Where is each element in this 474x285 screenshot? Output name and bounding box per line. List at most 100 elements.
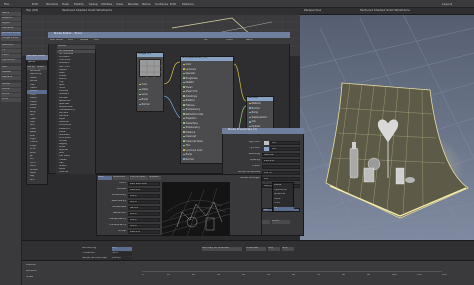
port-connector-icon[interactable]: [183, 117, 185, 120]
principled-port[interactable]: Specular: [183, 72, 195, 75]
port-connector-icon[interactable]: [249, 116, 251, 119]
principled-port[interactable]: Anisotropy: [183, 95, 197, 98]
mapping-option[interactable]: Cylindrical: [274, 189, 294, 193]
port-connector-icon[interactable]: [183, 126, 185, 129]
mapping-option[interactable]: Cubic: [274, 198, 294, 202]
port-connector-icon[interactable]: [183, 158, 185, 160]
port-connector-icon[interactable]: [183, 149, 185, 151]
fg-color-swatch[interactable]: [264, 147, 269, 151]
principled-port[interactable]: Flatness: [183, 104, 195, 107]
port-connector-icon[interactable]: [249, 111, 251, 114]
surface-prop-field[interactable]: 0.0%: [128, 200, 160, 204]
port-connector-icon[interactable]: [183, 95, 185, 97]
time-slider-track[interactable]: [142, 271, 442, 272]
port-connector-icon[interactable]: [183, 77, 185, 79]
port-connector-icon[interactable]: [183, 122, 185, 124]
port-connector-icon[interactable]: [183, 99, 185, 102]
principled-port[interactable]: Sheen Tint: [183, 90, 197, 93]
surface-prop-field[interactable]: 0.0%: [128, 224, 160, 228]
tab-shaders[interactable]: Shaders: [149, 176, 161, 180]
surface-prop-field[interactable]: 200 200 200: [128, 182, 160, 186]
image-port-luma[interactable]: Luma: [139, 93, 148, 96]
bg-color-swatch[interactable]: [264, 141, 269, 145]
node-list-item[interactable]: Volume: [57, 171, 95, 174]
surface-port[interactable]: Bump: [249, 111, 258, 114]
threshold-field[interactable]: 30.0: [112, 252, 132, 256]
port-connector-icon[interactable]: [183, 131, 185, 133]
principled-port[interactable]: Roughness: [183, 77, 198, 80]
port-connector-icon[interactable]: [183, 140, 185, 142]
port-connector-icon[interactable]: [183, 113, 185, 115]
surface-prop-field[interactable]: 100.0%: [128, 188, 160, 192]
position-label[interactable]: Position: [26, 264, 36, 267]
surface-prop-field[interactable]: 0.0%: [128, 218, 160, 222]
principled-port[interactable]: Luminous: [183, 68, 196, 71]
node-prop-field[interactable]: 1.0: [262, 177, 300, 181]
scale-label[interactable]: Scale: [26, 276, 33, 279]
surface-port[interactable]: Displacement: [249, 116, 267, 119]
surface-list-item[interactable]: Rim: [27, 179, 47, 182]
principled-port[interactable]: Subsurface: [183, 122, 198, 125]
principled-port[interactable]: Rotation: [183, 99, 195, 102]
principled-port[interactable]: Translucency: [183, 126, 200, 129]
port-connector-icon[interactable]: [183, 153, 185, 156]
surface-port[interactable]: Normal: [249, 107, 260, 110]
port-connector-icon[interactable]: [249, 121, 251, 123]
principled-port[interactable]: Transparency: [183, 108, 200, 111]
port-connector-icon[interactable]: [183, 72, 185, 75]
port-connector-icon[interactable]: [249, 102, 251, 105]
rotation-label[interactable]: Rotation: [26, 270, 37, 273]
auto-key-button[interactable]: Auto Key: All Channels: [202, 247, 242, 251]
tab-basic[interactable]: Basic: [98, 176, 112, 180]
node-prop-field[interactable]: 0.0: [270, 147, 300, 151]
surface-prop-field[interactable]: 0.0%: [128, 194, 160, 198]
mapping-option[interactable]: UV: [274, 207, 294, 211]
principled-port[interactable]: Luminous Color: [183, 149, 203, 152]
surface-port[interactable]: Clip: [249, 120, 256, 123]
play-button[interactable]: Play: [268, 247, 280, 251]
node-prop-field[interactable]: [262, 165, 300, 169]
image-port-bump[interactable]: Bump: [139, 98, 148, 101]
principled-port[interactable]: Projection: [183, 117, 196, 120]
port-connector-icon[interactable]: [183, 104, 185, 106]
port-connector-icon[interactable]: [183, 63, 185, 66]
port-connector-icon[interactable]: [183, 86, 185, 88]
port-connector-icon[interactable]: [183, 68, 185, 70]
principled-port[interactable]: Normal: [183, 158, 194, 161]
mapping-option[interactable]: Planar: [274, 184, 294, 188]
node-prop-field[interactable]: 0.0 m: [262, 171, 300, 175]
principled-port[interactable]: Metallic: [183, 81, 194, 84]
surface-port[interactable]: Material: [249, 102, 260, 105]
principled-port[interactable]: Sheen: [183, 86, 192, 89]
mapping-option[interactable]: Front: [274, 202, 294, 206]
image-port-alpha[interactable]: Alpha: [139, 88, 148, 91]
principled-port[interactable]: Bump: [183, 153, 192, 156]
principled-port[interactable]: Distance: [183, 131, 195, 134]
smoothing-toggle[interactable]: On: [112, 247, 132, 251]
port-connector-icon[interactable]: [183, 90, 185, 93]
port-connector-icon[interactable]: [183, 144, 185, 147]
stop-button[interactable]: Stop: [282, 247, 294, 251]
mapping-option[interactable]: Spherical: [274, 193, 294, 197]
image-port-color[interactable]: Color: [139, 83, 147, 86]
node-prop-field[interactable]: 0.0: [270, 141, 300, 145]
surface-prop-field[interactable]: 40.0%: [128, 206, 160, 210]
surface-output-node[interactable]: Surface Material Normal Bump Displacement Cl…: [246, 96, 274, 130]
node-prop-field[interactable]: 100.0%: [262, 159, 300, 163]
port-connector-icon[interactable]: [183, 135, 185, 138]
principled-port[interactable]: Color: [183, 63, 191, 66]
tab-advanced[interactable]: Advanced: [113, 176, 129, 180]
principled-port[interactable]: Refraction Index: [183, 113, 203, 116]
node-prop-field[interactable]: Normal: [262, 153, 300, 157]
principled-port[interactable]: Clearcoat Gloss: [183, 140, 203, 143]
surface-prop-field[interactable]: 0.0%: [128, 212, 160, 216]
principled-port[interactable]: Thin: [183, 144, 190, 147]
port-connector-icon[interactable]: [183, 108, 185, 111]
surface-prop-field[interactable]: 100.0%: [128, 230, 160, 234]
principled-port[interactable]: Clearcoat: [183, 135, 196, 138]
properties-button[interactable]: Properties: [246, 247, 266, 251]
port-connector-icon[interactable]: [183, 81, 185, 84]
image-port-normal[interactable]: Normal: [139, 103, 150, 106]
image-node[interactable]: Image (1) Color Alpha Luma Bump Normal: [136, 52, 164, 112]
tab-environment[interactable]: Environment: [130, 176, 148, 180]
